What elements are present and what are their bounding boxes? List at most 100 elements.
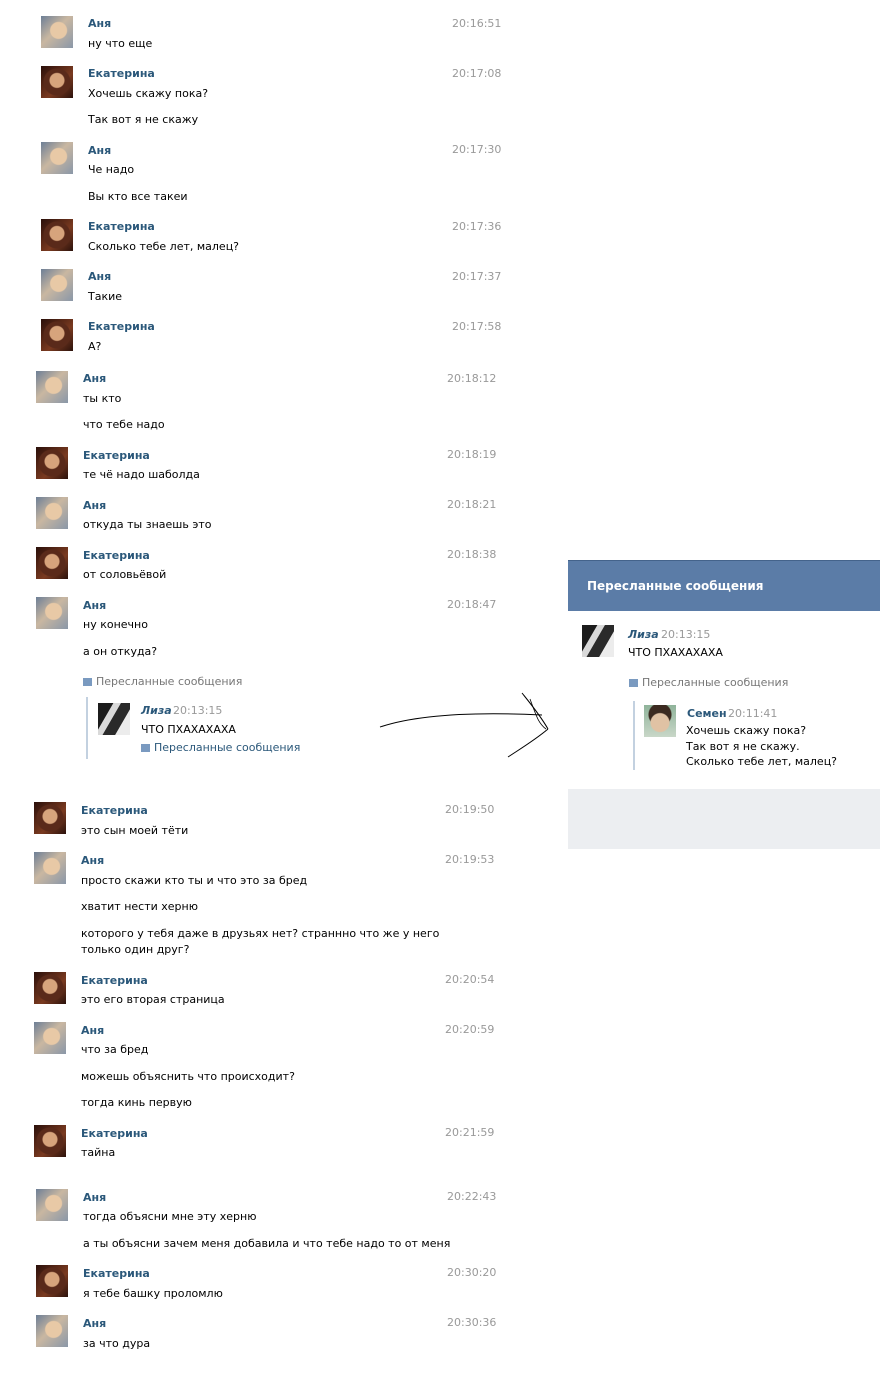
message-text: от соловьёвой	[83, 568, 167, 581]
avatar-ekaterina[interactable]	[41, 219, 73, 251]
message-time: 20:17:08	[452, 67, 502, 80]
forwarded-messages-popup: Пересланные сообщения Лиза 20:13:15 ЧТО …	[568, 560, 880, 849]
avatar-anya[interactable]	[36, 371, 68, 403]
author-name[interactable]: Аня	[83, 599, 106, 612]
message-text: откуда ты знаешь это	[83, 518, 212, 531]
avatar-ekaterina[interactable]	[36, 547, 68, 579]
nested-author-name[interactable]: Семен	[687, 707, 727, 720]
message-text: ну конечно	[83, 618, 148, 631]
message-text: это его вторая страница	[81, 993, 225, 1006]
author-name[interactable]: Екатерина	[81, 974, 148, 987]
avatar-ekaterina[interactable]	[34, 1125, 66, 1157]
forward-time: 20:13:15	[173, 704, 223, 717]
message-text: ну что еще	[88, 37, 153, 50]
message-text: тогда кинь первую	[81, 1096, 192, 1109]
quote-bar	[633, 701, 635, 770]
author-name[interactable]: Аня	[81, 854, 104, 867]
nested-time: 20:11:41	[728, 707, 778, 720]
message-text: за что дура	[83, 1337, 151, 1350]
avatar-anya[interactable]	[41, 142, 73, 174]
author-name[interactable]: Аня	[88, 144, 111, 157]
message-time: 20:18:21	[447, 498, 497, 511]
author-name[interactable]: Екатерина	[88, 67, 155, 80]
message-text: только один друг?	[81, 943, 190, 956]
message-time: 20:18:19	[447, 448, 497, 461]
popup-nested-forwarded-label[interactable]: Пересланные сообщения	[629, 676, 788, 689]
forward-text: ЧТО ПХАХАХАХА	[141, 723, 236, 736]
avatar-anya[interactable]	[36, 497, 68, 529]
message-text: а он откуда?	[83, 645, 158, 658]
arrow-annotation	[379, 692, 549, 758]
message-text: ты кто	[83, 392, 122, 405]
message-time: 20:19:53	[445, 853, 495, 866]
message-text: хватит нести херню	[81, 900, 198, 913]
avatar-liza[interactable]	[98, 703, 130, 735]
message-text: тайна	[81, 1146, 116, 1159]
popup-author-name[interactable]: Лиза	[628, 628, 659, 641]
author-name[interactable]: Екатерина	[81, 1127, 148, 1140]
message-time: 20:17:58	[452, 320, 502, 333]
avatar-anya[interactable]	[36, 1315, 68, 1347]
author-name[interactable]: Аня	[88, 17, 111, 30]
popup-title: Пересланные сообщения	[587, 579, 764, 593]
message-time: 20:17:36	[452, 220, 502, 233]
author-name[interactable]: Екатерина	[83, 549, 150, 562]
nested-text: Так вот я не скажу.	[686, 740, 800, 753]
message-time: 20:19:50	[445, 803, 495, 816]
popup-time: 20:13:15	[661, 628, 711, 641]
message-text: Такие	[88, 290, 123, 303]
message-time: 20:18:12	[447, 372, 497, 385]
message-text: Хочешь скажу пока?	[88, 87, 209, 100]
avatar-ekaterina[interactable]	[36, 1265, 68, 1297]
author-name[interactable]: Екатерина	[83, 1267, 150, 1280]
author-name[interactable]: Екатерина	[88, 320, 155, 333]
avatar-ekaterina[interactable]	[36, 447, 68, 479]
author-name[interactable]: Аня	[83, 1191, 106, 1204]
forwarded-messages-label[interactable]: Пересланные сообщения	[83, 675, 242, 688]
avatar-semen[interactable]	[644, 705, 676, 737]
avatar-liza[interactable]	[582, 625, 614, 657]
author-name[interactable]: Екатерина	[88, 220, 155, 233]
forward-author-name[interactable]: Лиза	[141, 704, 172, 717]
nested-forwarded-text: Пересланные сообщения	[154, 741, 301, 754]
message-time: 20:18:38	[447, 548, 497, 561]
avatar-anya[interactable]	[41, 16, 73, 48]
avatar-anya[interactable]	[36, 597, 68, 629]
author-name[interactable]: Аня	[81, 1024, 104, 1037]
avatar-anya[interactable]	[34, 1022, 66, 1054]
message-time: 20:30:20	[447, 1266, 497, 1279]
message-text: я тебе башку проломлю	[83, 1287, 223, 1300]
message-text: можешь объяснить что происходит?	[81, 1070, 295, 1083]
message-text: Так вот я не скажу	[88, 113, 199, 126]
popup-nested-label-text: Пересланные сообщения	[642, 676, 789, 689]
author-name[interactable]: Аня	[83, 372, 106, 385]
message-text: просто скажи кто ты и что это за бред	[81, 874, 308, 887]
message-time: 20:20:54	[445, 973, 495, 986]
popup-text: ЧТО ПХАХАХАХА	[628, 646, 723, 659]
message-time: 20:30:36	[447, 1316, 497, 1329]
avatar-ekaterina[interactable]	[41, 66, 73, 98]
avatar-anya[interactable]	[36, 1189, 68, 1221]
message-text: Вы кто все такеи	[88, 190, 188, 203]
message-time: 20:18:47	[447, 598, 497, 611]
avatar-ekaterina[interactable]	[34, 802, 66, 834]
author-name[interactable]: Екатерина	[83, 449, 150, 462]
author-name[interactable]: Екатерина	[81, 804, 148, 817]
nested-text: Хочешь скажу пока?	[686, 724, 807, 737]
avatar-ekaterina[interactable]	[34, 972, 66, 1004]
message-text: это сын моей тёти	[81, 824, 189, 837]
forward-icon	[141, 744, 150, 752]
message-time: 20:22:43	[447, 1190, 497, 1203]
message-time: 20:21:59	[445, 1126, 495, 1139]
forwarded-label-text: Пересланные сообщения	[96, 675, 243, 688]
message-text: А?	[88, 340, 102, 353]
author-name[interactable]: Аня	[83, 1317, 106, 1330]
avatar-anya[interactable]	[34, 852, 66, 884]
message-text: тогда объясни мне эту херню	[83, 1210, 257, 1223]
avatar-ekaterina[interactable]	[41, 319, 73, 351]
author-name[interactable]: Аня	[83, 499, 106, 512]
author-name[interactable]: Аня	[88, 270, 111, 283]
forward-icon	[629, 679, 638, 687]
nested-forwarded-link[interactable]: Пересланные сообщения	[141, 741, 300, 754]
avatar-anya[interactable]	[41, 269, 73, 301]
